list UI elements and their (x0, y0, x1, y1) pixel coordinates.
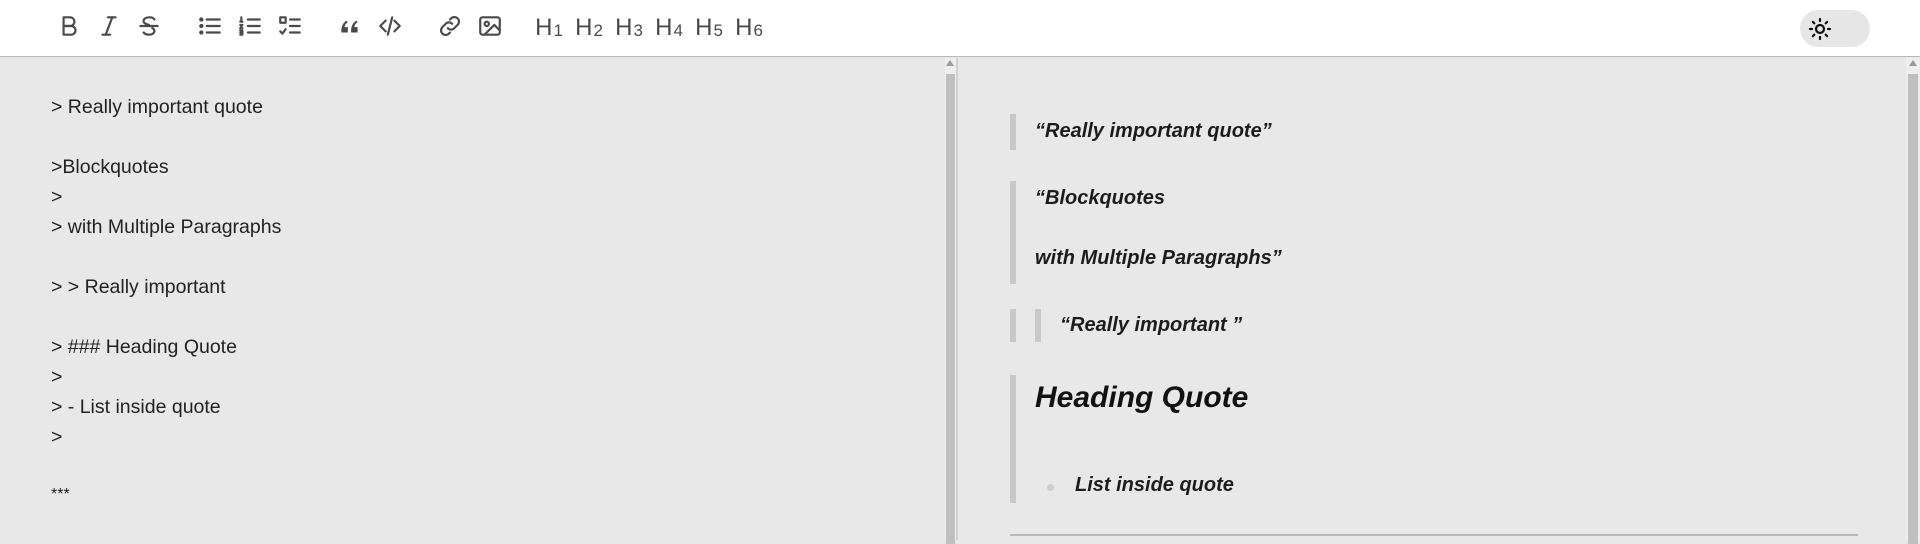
heading-letter: H (735, 14, 753, 41)
link-icon (437, 13, 463, 44)
editor-line[interactable] (51, 242, 281, 272)
editor-line[interactable]: > (51, 422, 281, 452)
bold-button[interactable] (53, 12, 85, 44)
heading-number: 1 (553, 21, 563, 40)
blockquote (1010, 114, 1016, 150)
editor-line[interactable]: *** (51, 480, 281, 510)
heading-number: 3 (633, 21, 643, 40)
scroll-up-arrow-icon[interactable] (946, 60, 954, 66)
heading-letter: H (655, 14, 673, 41)
markdown-editor[interactable]: > Really important quote >Blockquotes > > w… (0, 58, 944, 540)
heading-letter: H (535, 14, 553, 41)
numbered-list-button[interactable] (234, 12, 266, 44)
list-bullet (1047, 484, 1054, 491)
quote-icon (337, 13, 363, 44)
editor-line[interactable]: > with Multiple Paragraphs (51, 212, 281, 242)
heading-1-button[interactable]: H1 (530, 12, 568, 44)
editor-content[interactable]: > Really important quote >Blockquotes > > w… (51, 92, 281, 510)
horizontal-rule (1010, 534, 1858, 536)
task-list-icon (277, 13, 303, 44)
heading-4-button[interactable]: H4 (650, 12, 688, 44)
code-icon (377, 13, 403, 44)
theme-toggle[interactable] (1800, 10, 1870, 47)
strikethrough-button[interactable] (133, 12, 165, 44)
nested-blockquote-text: “Really important ” (1060, 314, 1243, 336)
heading-2-button[interactable]: H2 (570, 12, 608, 44)
blockquote-text: “Really important quote” (1035, 120, 1272, 142)
blockquote (1010, 375, 1016, 503)
heading-letter: H (615, 14, 633, 41)
nested-blockquote (1035, 309, 1041, 342)
bullet-list-icon (197, 13, 223, 44)
sun-icon (1804, 13, 1836, 45)
list-item: List inside quote (1075, 474, 1234, 496)
italic-icon (96, 13, 122, 44)
quote-button[interactable] (334, 12, 366, 44)
editor-line[interactable] (51, 122, 281, 152)
bold-icon (56, 13, 82, 44)
heading-5-button[interactable]: H5 (690, 12, 728, 44)
editor-scrollbar[interactable] (945, 58, 956, 544)
link-button[interactable] (434, 12, 466, 44)
editor-line[interactable]: > ### Heading Quote (51, 332, 281, 362)
blockquote (1010, 181, 1016, 284)
heading-number: 2 (593, 21, 603, 40)
code-button[interactable] (374, 12, 406, 44)
blockquote-heading: Heading Quote (1035, 381, 1249, 414)
blockquote (1010, 309, 1016, 342)
task-list-button[interactable] (274, 12, 306, 44)
heading-3-button[interactable]: H3 (610, 12, 648, 44)
preview-scrollbar-thumb[interactable] (1908, 74, 1918, 544)
editor-line[interactable]: > (51, 362, 281, 392)
editor-line[interactable]: >Blockquotes (51, 152, 281, 182)
numbered-list-icon (237, 13, 263, 44)
blockquote-text: “Blockquotes (1035, 187, 1166, 209)
editor-scrollbar-thumb[interactable] (946, 74, 955, 544)
bullet-list-button[interactable] (194, 12, 226, 44)
heading-6-button[interactable]: H6 (730, 12, 768, 44)
heading-letter: H (575, 14, 593, 41)
image-button[interactable] (474, 12, 506, 44)
editor-line[interactable] (51, 302, 281, 332)
editor-line[interactable]: > (51, 182, 281, 212)
blockquote-text: with Multiple Paragraphs” (1035, 247, 1282, 269)
heading-number: 5 (713, 21, 723, 40)
heading-letter: H (695, 14, 713, 41)
toolbar: H1 H2 H3 H4 H5 H6 (0, 0, 1920, 57)
editor-line[interactable]: > - List inside quote (51, 392, 281, 422)
editor-line[interactable] (51, 452, 281, 482)
editor-line[interactable]: > > Really important (51, 272, 281, 302)
image-icon (477, 13, 503, 44)
strikethrough-icon (136, 13, 162, 44)
italic-button[interactable] (93, 12, 125, 44)
scroll-up-arrow-icon[interactable] (1909, 60, 1917, 66)
heading-number: 4 (673, 21, 683, 40)
heading-number: 6 (753, 21, 763, 40)
preview-scrollbar[interactable] (1906, 58, 1920, 544)
editor-line[interactable]: > Really important quote (51, 92, 281, 122)
